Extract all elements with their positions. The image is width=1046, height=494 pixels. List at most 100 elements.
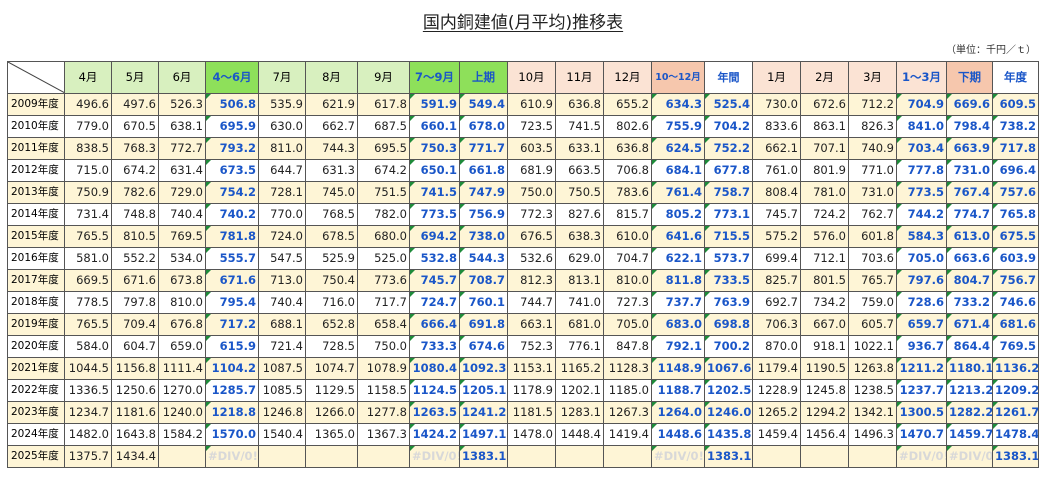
- month-cell: 729.0: [158, 181, 206, 204]
- month-cell: 584.0: [64, 335, 112, 358]
- month-cell: 1643.8: [111, 423, 159, 446]
- month-cell: 728.1: [258, 181, 306, 204]
- month-cell: 712.1: [800, 247, 849, 270]
- month-cell: 674.2: [357, 159, 410, 182]
- summary-cell: 747.9: [459, 181, 508, 204]
- month-cell: 770.0: [258, 203, 306, 226]
- summary-cell: 781.8: [205, 225, 259, 248]
- month-cell: 781.0: [800, 181, 849, 204]
- summary-cell: 731.0: [946, 159, 993, 182]
- summary-cell: 694.2: [409, 225, 460, 248]
- table-row: 2018年度 778.5 797.8 810.0 795.4 740.4 716.0 717.…: [7, 291, 1039, 314]
- table-row: 2023年度 1234.7 1181.6 1240.0 1218.8 1246.8 1266…: [7, 401, 1039, 424]
- summary-cell: 811.8: [651, 269, 705, 292]
- month-cell: 1456.4: [800, 423, 849, 446]
- month-cell: 713.0: [258, 269, 306, 292]
- month-cell: 825.7: [752, 269, 801, 292]
- month-cell: 547.5: [258, 247, 306, 270]
- month-cell: 1250.6: [111, 379, 159, 402]
- header-mar: 3月: [848, 61, 897, 94]
- summary-cell: 1435.8: [704, 423, 753, 446]
- month-cell: [848, 445, 897, 468]
- month-cell: 1482.0: [64, 423, 112, 446]
- table-row: 2025年度 1375.7 1434.4 #DIV/0! #DIV/0! 1383.1 #D…: [7, 445, 1039, 468]
- fiscal-year-label: 2014年度: [7, 203, 65, 226]
- summary-cell: 1261.7: [992, 401, 1039, 424]
- fiscal-year-label: 2019年度: [7, 313, 65, 336]
- month-cell: 741.0: [555, 291, 604, 314]
- summary-cell: 1424.2: [409, 423, 460, 446]
- month-cell: 918.1: [800, 335, 849, 358]
- table-row: 2013年度 750.9 782.6 729.0 754.2 728.1 745.0 751.…: [7, 181, 1039, 204]
- month-cell: 1478.0: [507, 423, 556, 446]
- summary-cell: 773.5: [896, 181, 947, 204]
- month-cell: 496.6: [64, 93, 112, 116]
- month-cell: 662.7: [305, 115, 358, 138]
- month-cell: 1185.0: [603, 379, 652, 402]
- month-cell: 721.4: [258, 335, 306, 358]
- summary-cell: 724.7: [409, 291, 460, 314]
- month-cell: 1365.0: [305, 423, 358, 446]
- month-cell: 652.8: [305, 313, 358, 336]
- table-row: 2014年度 731.4 748.8 740.4 740.2 770.0 768.5 782.…: [7, 203, 1039, 226]
- month-cell: 728.5: [305, 335, 358, 358]
- month-cell: 1336.5: [64, 379, 112, 402]
- copper-price-table: 4月 5月 6月 4～6月 7月 8月 9月 7～9月 上期 10月 11月 1…: [7, 61, 1039, 468]
- month-cell: 750.0: [357, 335, 410, 358]
- summary-cell: 674.6: [459, 335, 508, 358]
- month-cell: 750.0: [507, 181, 556, 204]
- month-cell: 811.0: [258, 137, 306, 160]
- summary-cell: 773.1: [704, 203, 753, 226]
- month-cell: 762.7: [848, 203, 897, 226]
- month-cell: 1540.4: [258, 423, 306, 446]
- month-cell: 1228.9: [752, 379, 801, 402]
- month-cell: 532.6: [507, 247, 556, 270]
- summary-cell: 746.6: [992, 291, 1039, 314]
- header-sep: 9月: [357, 61, 410, 94]
- month-cell: [507, 445, 556, 468]
- month-cell: [158, 445, 206, 468]
- summary-cell: 1383.1: [704, 445, 753, 468]
- summary-cell: 797.6: [896, 269, 947, 292]
- month-cell: 771.0: [848, 159, 897, 182]
- month-cell: 1496.3: [848, 423, 897, 446]
- month-cell: 603.5: [507, 137, 556, 160]
- summary-cell: 1218.8: [205, 401, 259, 424]
- table-row: 2022年度 1336.5 1250.6 1270.0 1285.7 1085.5 1129…: [7, 379, 1039, 402]
- summary-cell: 756.7: [992, 269, 1039, 292]
- unit-label: （単位：千円／ｔ）: [946, 45, 1036, 56]
- month-cell: 1265.2: [752, 401, 801, 424]
- summary-cell: 733.3: [409, 335, 460, 358]
- month-cell: 765.5: [64, 313, 112, 336]
- month-cell: 801.5: [800, 269, 849, 292]
- summary-cell: 671.4: [946, 313, 993, 336]
- summary-cell: 549.4: [459, 93, 508, 116]
- header-apr: 4月: [64, 61, 112, 94]
- month-cell: 659.0: [158, 335, 206, 358]
- summary-cell: 744.2: [896, 203, 947, 226]
- fiscal-year-label: 2021年度: [7, 357, 65, 380]
- month-cell: 631.3: [305, 159, 358, 182]
- month-cell: 815.7: [603, 203, 652, 226]
- summary-cell: 936.7: [896, 335, 947, 358]
- month-cell: 655.2: [603, 93, 652, 116]
- summary-cell: 634.3: [651, 93, 705, 116]
- month-cell: 723.5: [507, 115, 556, 138]
- month-cell: 705.0: [603, 313, 652, 336]
- fiscal-year-label: 2020年度: [7, 335, 65, 358]
- month-cell: 1179.4: [752, 357, 801, 380]
- summary-cell: 1246.0: [704, 401, 753, 424]
- summary-cell: 1213.2: [946, 379, 993, 402]
- month-cell: 581.0: [64, 247, 112, 270]
- header-aug: 8月: [305, 61, 358, 94]
- month-cell: 663.1: [507, 313, 556, 336]
- summary-cell: 864.4: [946, 335, 993, 358]
- summary-cell: 1202.5: [704, 379, 753, 402]
- month-cell: 1190.5: [800, 357, 849, 380]
- summary-cell: 695.9: [205, 115, 259, 138]
- month-cell: 808.4: [752, 181, 801, 204]
- summary-cell: 691.8: [459, 313, 508, 336]
- month-cell: 776.1: [555, 335, 604, 358]
- month-cell: 783.6: [603, 181, 652, 204]
- summary-cell: 1478.4: [992, 423, 1039, 446]
